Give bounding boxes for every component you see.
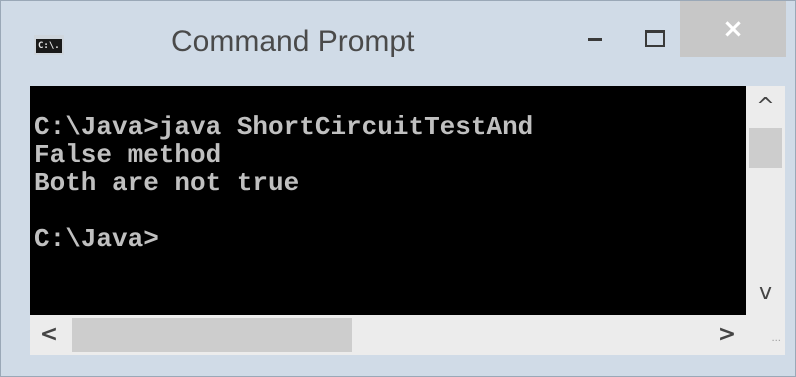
- horizontal-scroll-thumb[interactable]: [72, 318, 352, 352]
- minimize-button[interactable]: [576, 25, 616, 53]
- title-bar[interactable]: C:\. Command Prompt ×: [1, 1, 796, 85]
- vertical-scroll-thumb[interactable]: [749, 128, 782, 168]
- scroll-up-icon[interactable]: ^: [746, 92, 785, 122]
- console-line: Both are not true: [34, 168, 300, 198]
- cmd-icon[interactable]: C:\.: [34, 35, 64, 55]
- scroll-down-icon[interactable]: v: [746, 278, 785, 308]
- command-prompt-window: C:\. Command Prompt × C:\Java>java Short…: [0, 0, 796, 377]
- horizontal-scrollbar[interactable]: < >: [30, 315, 746, 355]
- close-button[interactable]: ×: [680, 1, 786, 57]
- console-prompt-line: C:\Java>: [34, 224, 159, 254]
- vertical-scrollbar[interactable]: ^ v: [746, 86, 785, 315]
- scroll-left-icon[interactable]: <: [34, 320, 64, 350]
- console-output[interactable]: C:\Java>java ShortCircuitTestAnd False m…: [30, 86, 746, 315]
- resize-grip-icon[interactable]: ···: [746, 315, 785, 355]
- console-line: C:\Java>java ShortCircuitTestAnd: [34, 112, 534, 142]
- scroll-right-icon[interactable]: >: [712, 320, 742, 350]
- window-title: Command Prompt: [171, 25, 415, 58]
- console-line: False method: [34, 140, 222, 170]
- maximize-button[interactable]: [633, 23, 673, 53]
